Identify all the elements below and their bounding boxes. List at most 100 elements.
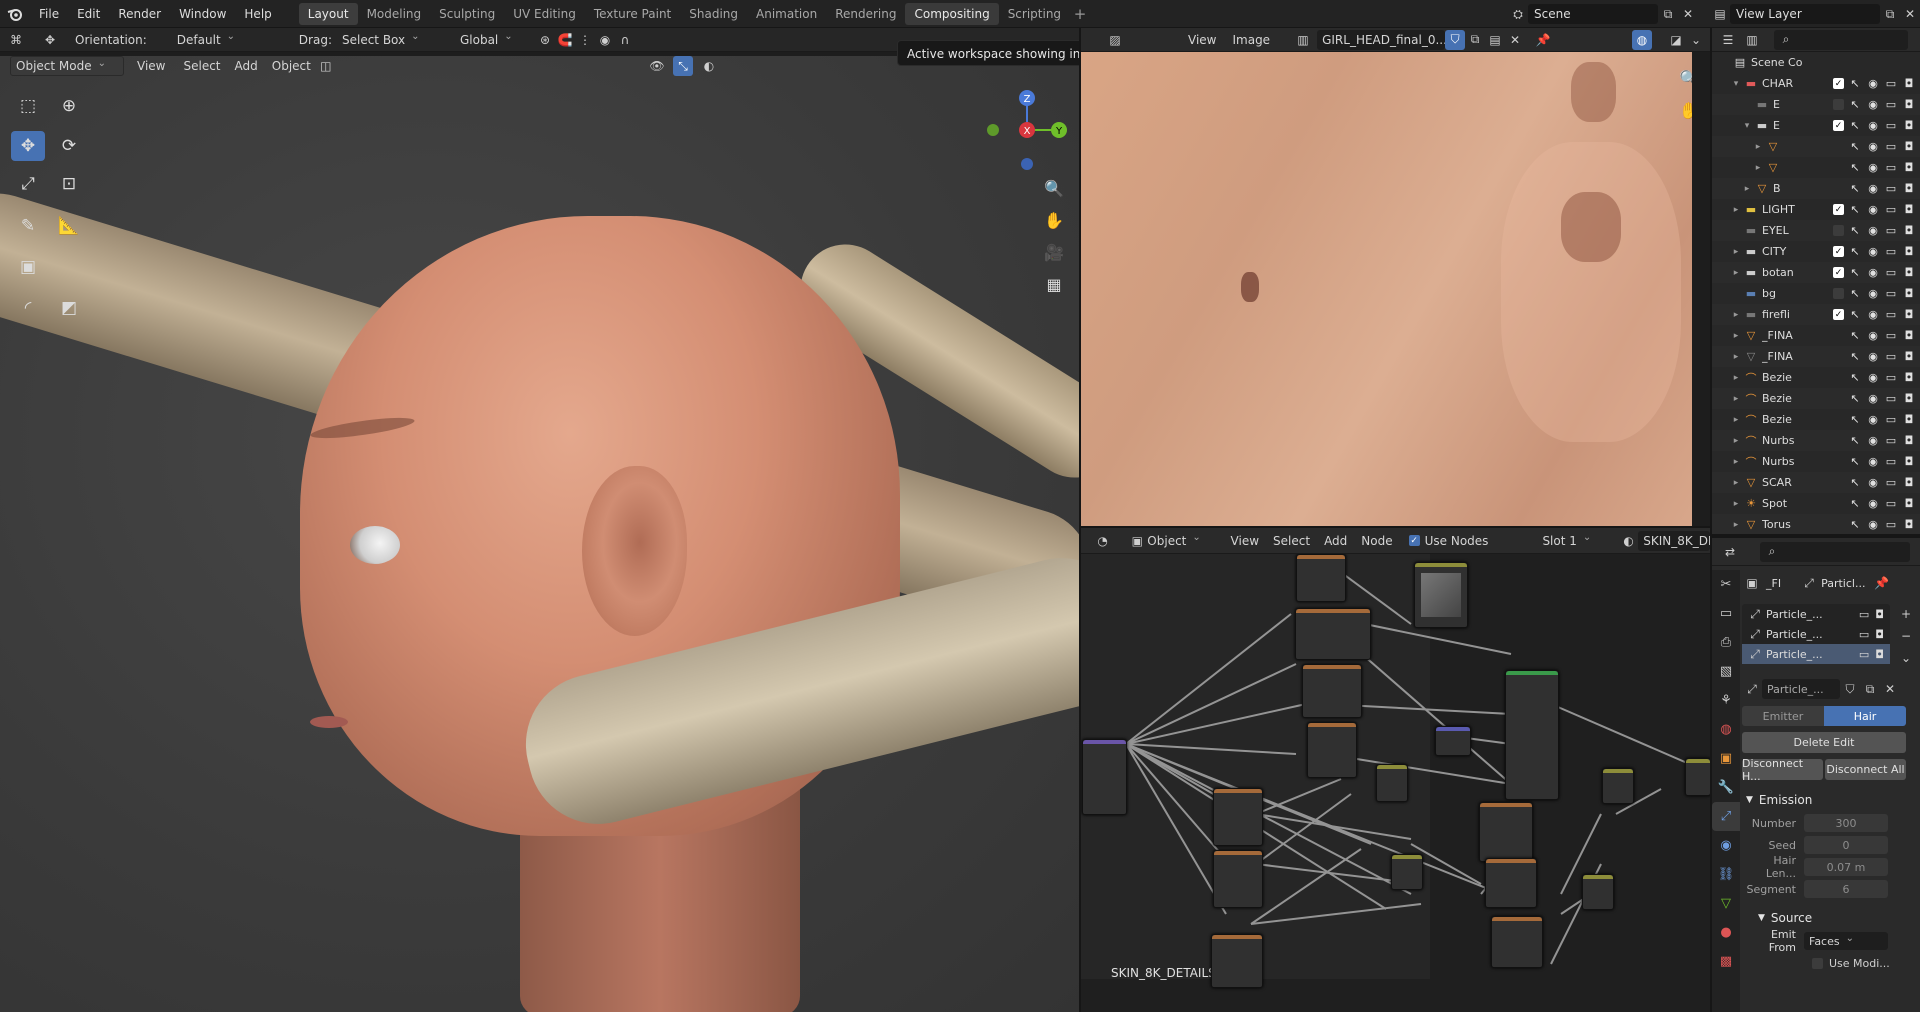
segment-field[interactable]: 6 — [1804, 880, 1888, 898]
expand-arrow-icon[interactable]: ▸ — [1729, 247, 1743, 257]
tab-shading[interactable]: Shading — [680, 3, 747, 25]
add-workspace-icon[interactable]: + — [1070, 3, 1090, 25]
eye-icon[interactable]: ◉ — [1866, 476, 1880, 489]
select-arrow-icon[interactable]: ↖ — [1848, 392, 1862, 405]
select-arrow-icon[interactable]: ↖ — [1848, 98, 1862, 111]
particle-system-item-selected[interactable]: ⤢ Particle_... ▭ ◘ — [1742, 644, 1890, 664]
tab-scripting[interactable]: Scripting — [999, 3, 1070, 25]
pivot-icon[interactable]: ⊛ — [535, 30, 555, 50]
camera-icon[interactable]: ◘ — [1902, 392, 1916, 405]
render-icon[interactable]: ◘ — [1875, 648, 1884, 661]
constraints-tab-icon[interactable]: ⛓ — [1712, 860, 1740, 889]
exclude-checkbox[interactable]: ✓ — [1833, 267, 1844, 278]
eye-icon[interactable]: ◉ — [1866, 77, 1880, 90]
eye-icon[interactable]: ◉ — [1866, 329, 1880, 342]
exclude-checkbox[interactable]: ✓ — [1833, 120, 1844, 131]
camera-icon[interactable]: ◘ — [1902, 266, 1916, 279]
slot-dropdown[interactable]: Slot 1 — [1537, 531, 1615, 551]
select-arrow-icon[interactable]: ↖ — [1848, 203, 1862, 216]
menu-render[interactable]: Render — [109, 0, 170, 28]
tab-rendering[interactable]: Rendering — [826, 3, 905, 25]
render-icon[interactable]: ◘ — [1875, 608, 1884, 621]
monitor-icon[interactable]: ▭ — [1884, 182, 1898, 195]
camera-icon[interactable]: ◘ — [1902, 161, 1916, 174]
material-browse-icon[interactable]: ◐ — [1619, 531, 1638, 551]
expand-arrow-icon[interactable]: ▸ — [1729, 499, 1743, 509]
viewport-display-icon[interactable]: ▭ — [1859, 628, 1869, 641]
camera-icon[interactable]: ◘ — [1902, 350, 1916, 363]
monitor-icon[interactable]: ▭ — [1884, 308, 1898, 321]
select-arrow-icon[interactable]: ↖ — [1848, 308, 1862, 321]
exclude-checkbox[interactable]: ✓ — [1833, 246, 1844, 257]
monitor-icon[interactable]: ▭ — [1884, 224, 1898, 237]
outliner-row[interactable]: ▸ ▽ _FINA ↖ ◉ ▭ ◘ — [1712, 346, 1920, 367]
camera-icon[interactable]: ◘ — [1902, 245, 1916, 258]
unlink-image-icon[interactable]: ✕ — [1505, 30, 1525, 50]
node-texture-coordinate[interactable] — [1082, 739, 1127, 815]
object-tab-icon[interactable]: ▣ — [1712, 744, 1740, 773]
node-12[interactable] — [1485, 858, 1537, 908]
tab-texture-paint[interactable]: Texture Paint — [585, 3, 680, 25]
physics-tab-icon[interactable]: ◉ — [1712, 831, 1740, 860]
viewport-menu-select[interactable]: Select — [178, 56, 225, 76]
camera-icon[interactable]: ◘ — [1902, 224, 1916, 237]
viewport-menu-add[interactable]: Add — [230, 56, 263, 76]
menu-file[interactable]: File — [30, 0, 68, 28]
scale-tool-icon[interactable]: ⤢ — [11, 169, 45, 199]
list-menu-icon[interactable]: ⌄ — [1896, 648, 1916, 668]
delete-view-layer-icon[interactable]: ✕ — [1900, 4, 1920, 24]
expand-arrow-icon[interactable]: ▸ — [1729, 268, 1743, 278]
select-arrow-icon[interactable]: ↖ — [1848, 119, 1862, 132]
eye-icon[interactable]: ◉ — [1866, 245, 1880, 258]
camera-icon[interactable]: ◘ — [1902, 455, 1916, 468]
monitor-icon[interactable]: ▭ — [1884, 392, 1898, 405]
expand-arrow-icon[interactable]: ▸ — [1729, 415, 1743, 425]
material-tab-icon[interactable]: ● — [1712, 918, 1740, 947]
select-arrow-icon[interactable]: ↖ — [1848, 476, 1862, 489]
expand-arrow-icon[interactable]: ▸ — [1729, 373, 1743, 383]
disconnect-all-button[interactable]: Disconnect All — [1825, 759, 1906, 780]
outliner-row[interactable]: ▸ ▽ _FINA ↖ ◉ ▭ ◘ — [1712, 325, 1920, 346]
3d-viewport[interactable] — [0, 56, 1079, 1012]
camera-icon[interactable]: ◘ — [1902, 413, 1916, 426]
particle-settings-icon[interactable]: ⤢ — [1742, 679, 1762, 699]
tool-tab-icon[interactable]: ✂ — [1712, 570, 1740, 599]
duplicate-settings-icon[interactable]: ⧉ — [1860, 679, 1880, 699]
new-image-icon[interactable]: ⧉ — [1465, 30, 1485, 50]
node-10[interactable] — [1391, 854, 1423, 890]
node-13[interactable] — [1491, 916, 1543, 968]
exclude-checkbox[interactable]: ✓ — [1833, 78, 1844, 89]
outliner-row[interactable]: ▬ E ↖ ◉ ▭ ◘ — [1712, 94, 1920, 115]
node-2[interactable] — [1295, 608, 1371, 660]
select-arrow-icon[interactable]: ↖ — [1848, 245, 1862, 258]
outliner-row[interactable]: ▸ ▬ LIGHT ✓ ↖ ◉ ▭ ◘ — [1712, 199, 1920, 220]
editor-type-icon[interactable]: ⌘ — [6, 30, 26, 50]
monitor-icon[interactable]: ▭ — [1884, 119, 1898, 132]
scene-icon[interactable]: ⛭ — [1508, 4, 1528, 24]
camera-icon[interactable]: ◘ — [1902, 182, 1916, 195]
pin-icon[interactable]: 📌 — [1533, 30, 1553, 50]
select-arrow-icon[interactable]: ↖ — [1848, 77, 1862, 90]
fake-user-shield-icon[interactable]: ⛉ — [1445, 29, 1466, 50]
expand-arrow-icon[interactable]: ▸ — [1729, 205, 1743, 215]
monitor-icon[interactable]: ▭ — [1884, 455, 1898, 468]
expand-arrow-icon[interactable]: ▾ — [1740, 121, 1754, 131]
transform-orientation-dropdown[interactable]: Global — [455, 30, 535, 50]
node-image-preview[interactable] — [1414, 562, 1468, 628]
outliner-row[interactable]: ▸ ▽ SCAR ↖ ◉ ▭ ◘ — [1712, 472, 1920, 493]
extra-tool-a-icon[interactable]: ◜ — [11, 293, 45, 323]
delete-scene-icon[interactable]: ✕ — [1678, 4, 1698, 24]
image-editor-type-icon[interactable]: ▨ — [1105, 30, 1125, 50]
camera-icon[interactable]: ◘ — [1902, 476, 1916, 489]
falloff-icon[interactable]: ∩ — [615, 30, 635, 50]
outliner-type-icon[interactable]: ☰ — [1718, 30, 1738, 50]
outliner-row[interactable]: ▸ ⌒ Bezie ↖ ◉ ▭ ◘ — [1712, 367, 1920, 388]
exclude-checkbox[interactable] — [1833, 225, 1844, 236]
camera-icon[interactable]: ◘ — [1902, 77, 1916, 90]
camera-icon[interactable]: ◘ — [1902, 371, 1916, 384]
menu-edit[interactable]: Edit — [68, 0, 109, 28]
camera-icon[interactable]: ◘ — [1902, 287, 1916, 300]
monitor-icon[interactable]: ▭ — [1884, 98, 1898, 111]
node-9[interactable] — [1376, 764, 1408, 802]
emission-section-header[interactable]: ▼ Emission — [1742, 788, 1920, 812]
